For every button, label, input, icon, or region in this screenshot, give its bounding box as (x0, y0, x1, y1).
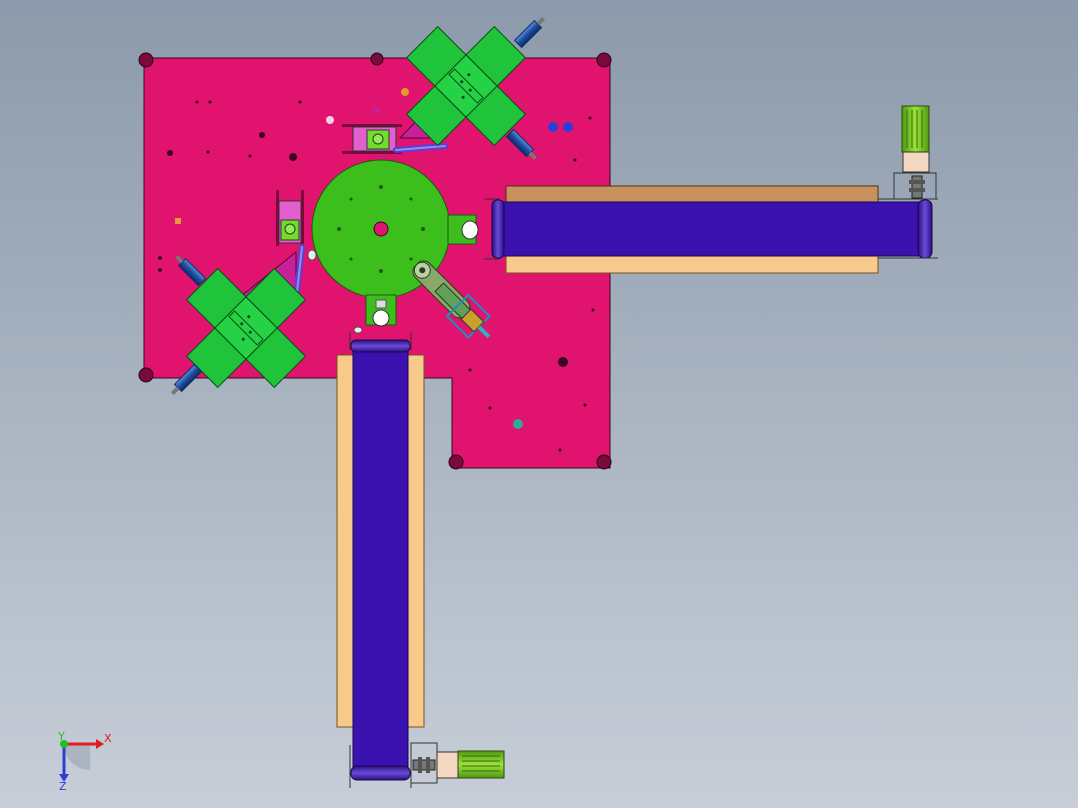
plate-marker-blue-1 (548, 122, 558, 132)
top-station-tube (393, 143, 448, 153)
conveyor-right-side-tan (505, 185, 879, 203)
part-holder-small (353, 326, 363, 334)
plate-marker-orange (401, 88, 409, 96)
triad-y-label: Y (57, 730, 65, 743)
plate-marker-blue-2 (563, 122, 573, 132)
conveyor-bottom[interactable] (336, 332, 438, 788)
conveyor-bottom-side-right (407, 354, 425, 728)
triad-z-label: Z (59, 780, 67, 793)
conveyor-bottom-belt (352, 345, 409, 771)
conveyor-right[interactable] (484, 172, 938, 274)
plate-marker-teal (513, 419, 523, 429)
part-holder-left (307, 249, 317, 261)
product-part-bottom[interactable] (372, 309, 390, 327)
conveyor-bottom-roller-top (350, 339, 411, 353)
conveyor-bottom-side-left (336, 354, 354, 728)
plate-marker-white (326, 116, 334, 124)
conveyor-bottom-roller-bottom (350, 765, 411, 781)
product-part-right[interactable] (461, 220, 479, 240)
conveyor-right-roller-left (491, 199, 505, 259)
triad-x-label: X (104, 732, 112, 745)
conveyor-right-roller-right (917, 199, 933, 259)
part-holder (375, 299, 387, 309)
conveyor-right-side-light (505, 255, 879, 274)
model-view[interactable]: X Y Z (0, 0, 1078, 808)
conveyor-right-belt (497, 201, 923, 257)
plate-marker-square (175, 218, 181, 224)
cad-graphics-viewport[interactable]: X Y Z (0, 0, 1078, 808)
